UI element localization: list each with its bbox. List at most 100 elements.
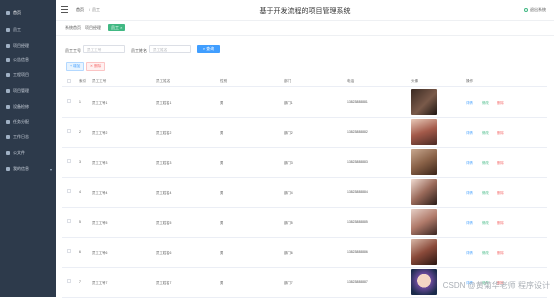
cell-no: 员工工号4 xyxy=(92,191,108,195)
cell-gender: 男 xyxy=(220,191,224,195)
sidebar-item-task[interactable]: 任务分配 xyxy=(0,116,56,128)
search-button[interactable]: ⌕ 查询 xyxy=(197,45,220,53)
logout-label: 退出系统 xyxy=(530,7,546,12)
row-checkbox[interactable] xyxy=(67,99,71,103)
edit-link[interactable]: 修改 xyxy=(482,160,489,165)
sidebar-item-project[interactable]: 工程项目 xyxy=(0,69,56,81)
sidebar-item-home[interactable]: 首页 xyxy=(0,7,56,19)
row-checkbox[interactable] xyxy=(67,219,71,223)
add-button[interactable]: + 增加 xyxy=(66,62,85,71)
delete-link[interactable]: 删除 xyxy=(497,160,504,165)
user-icon xyxy=(6,28,10,32)
add-button-label: 增加 xyxy=(73,64,81,68)
sidebar-item-employee[interactable]: 员工 xyxy=(0,24,56,36)
cell-no: 员工工号2 xyxy=(92,131,108,135)
table-header: 索引 员工工号 员工姓名 性别 部门 电话 头像 操作 xyxy=(62,76,547,87)
detail-link[interactable]: 详情 xyxy=(466,130,473,135)
th-name[interactable]: 员工姓名 xyxy=(156,79,170,84)
sidebar-item-log[interactable]: 工作日志 xyxy=(0,131,56,143)
table-row: 4 员工工号4 员工姓名4 男 部门4 13823888884 详情 修改 删除 xyxy=(62,177,547,208)
cell-phone: 13823888883 xyxy=(347,160,368,164)
project-icon xyxy=(6,73,10,77)
search-label-no: 员工工号 xyxy=(65,48,81,53)
sidebar-item-label: 公文件 xyxy=(13,150,25,155)
search-input-no[interactable]: 员工工号 xyxy=(83,45,125,53)
row-checkbox[interactable] xyxy=(67,249,71,253)
th-dept[interactable]: 部门 xyxy=(284,79,291,84)
delete-link[interactable]: 删除 xyxy=(497,250,504,255)
sidebar-item-label: 公告信息 xyxy=(13,57,29,62)
cell-phone: 13823888886 xyxy=(347,250,368,254)
th-avatar: 头像 xyxy=(411,79,419,83)
cell-phone: 13823888887 xyxy=(347,280,368,284)
avatar xyxy=(411,209,437,235)
cell-name: 员工姓名4 xyxy=(156,191,172,195)
delete-link[interactable]: 删除 xyxy=(497,100,504,105)
cell-no: 员工工号5 xyxy=(92,221,108,225)
th-index: 索引 xyxy=(79,79,87,83)
cell-phone: 13823888882 xyxy=(347,130,368,134)
th-gender[interactable]: 性别 xyxy=(220,79,227,84)
logout-button[interactable]: 退出系统 xyxy=(524,7,546,13)
edit-link[interactable]: 修改 xyxy=(482,130,489,135)
th-no[interactable]: 员工工号 xyxy=(92,79,106,84)
delete-button-label: 删除 xyxy=(94,64,102,68)
edit-link[interactable]: 修改 xyxy=(482,100,489,105)
cell-name: 员工姓名5 xyxy=(156,221,172,225)
delete-link[interactable]: 删除 xyxy=(497,130,504,135)
sidebar-item-manage[interactable]: 项目管理 xyxy=(0,85,56,97)
cell-phone: 13823888885 xyxy=(347,220,368,224)
tag-manager[interactable]: 项目经理 xyxy=(85,25,101,31)
cell-gender: 男 xyxy=(220,161,224,165)
cell-index: 4 xyxy=(79,190,81,194)
cell-no: 员工工号3 xyxy=(92,161,108,165)
power-icon xyxy=(524,8,528,12)
cell-dept: 部门5 xyxy=(284,221,293,225)
th-phone[interactable]: 电话 xyxy=(347,79,354,84)
row-checkbox[interactable] xyxy=(67,189,71,193)
cell-gender: 男 xyxy=(220,251,224,255)
edit-link[interactable]: 修改 xyxy=(482,190,489,195)
tag-home[interactable]: 系统首页 xyxy=(65,25,81,31)
log-icon xyxy=(6,135,10,139)
sidebar-item-manager[interactable]: 项目经理 xyxy=(0,40,56,52)
detail-link[interactable]: 详情 xyxy=(466,190,473,195)
cell-phone: 13823888884 xyxy=(347,190,368,194)
avatar xyxy=(411,119,437,145)
cell-no: 员工工号1 xyxy=(92,101,108,105)
avatar xyxy=(411,149,437,175)
sidebar-item-label: 项目管理 xyxy=(13,88,29,93)
cell-index: 7 xyxy=(79,280,81,284)
search-input-name[interactable]: 员工姓名 xyxy=(149,45,191,53)
sidebar-item-label: 项目经理 xyxy=(13,43,29,48)
detail-link[interactable]: 详情 xyxy=(466,250,473,255)
cell-phone: 13823888881 xyxy=(347,100,368,104)
sidebar: 首页 员工 项目经理 公告信息 工程项目 项目管理 设备检修 任务分配 工作日志… xyxy=(0,0,56,297)
sidebar-item-device[interactable]: 设备检修 xyxy=(0,101,56,113)
sidebar-item-file[interactable]: 公文件 xyxy=(0,147,56,159)
device-icon xyxy=(6,105,10,109)
edit-link[interactable]: 修改 xyxy=(482,220,489,225)
detail-link[interactable]: 详情 xyxy=(466,100,473,105)
task-icon xyxy=(6,120,10,124)
delete-button[interactable]: ✕ 删除 xyxy=(86,62,106,71)
detail-link[interactable]: 详情 xyxy=(466,160,473,165)
cell-name: 员工姓名1 xyxy=(156,101,172,105)
detail-link[interactable]: 详情 xyxy=(466,220,473,225)
sidebar-item-profile[interactable]: 我的信息 ▾ xyxy=(0,163,56,175)
tag-active[interactable]: 员工 × xyxy=(108,24,126,31)
table-row: 1 员工工号1 员工姓名1 男 部门1 13823888881 详情 修改 删除 xyxy=(62,87,547,118)
row-checkbox[interactable] xyxy=(67,159,71,163)
sidebar-item-notice[interactable]: 公告信息 xyxy=(0,54,56,66)
select-all-checkbox[interactable] xyxy=(67,79,71,83)
delete-link[interactable]: 删除 xyxy=(497,190,504,195)
row-checkbox[interactable] xyxy=(67,129,71,133)
tags-bar: 系统首页 项目经理 员工 × xyxy=(56,21,554,36)
edit-link[interactable]: 修改 xyxy=(482,250,489,255)
tag-active-label: 员工 xyxy=(111,25,119,30)
cell-index: 2 xyxy=(79,130,81,134)
th-actions: 操作 xyxy=(466,79,474,83)
row-checkbox[interactable] xyxy=(67,279,71,283)
cell-dept: 部门6 xyxy=(284,251,293,255)
delete-link[interactable]: 删除 xyxy=(497,220,504,225)
